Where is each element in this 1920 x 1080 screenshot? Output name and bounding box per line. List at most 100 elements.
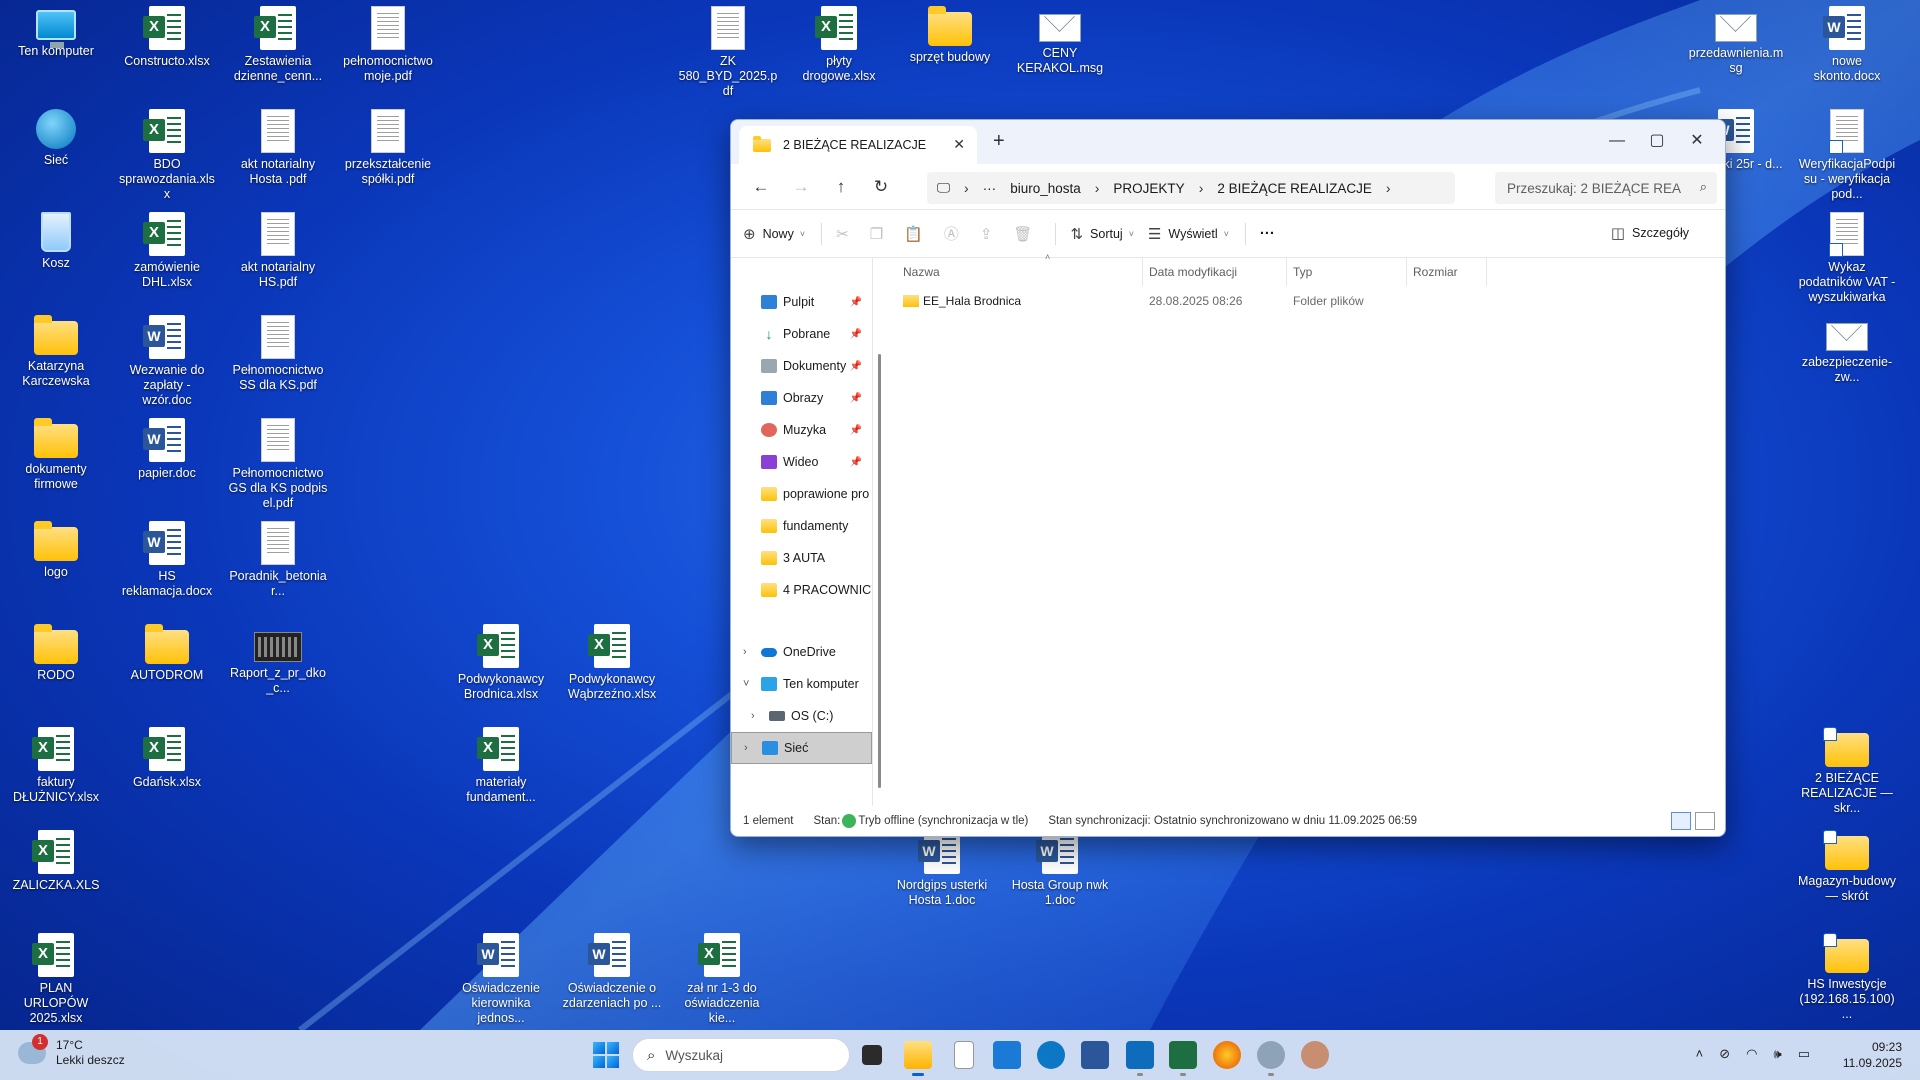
column-header-type[interactable]: Typ [1287,258,1407,286]
pin-icon[interactable]: 📌 [850,425,862,436]
column-header-modified[interactable]: Data modyfikacji [1143,258,1287,286]
chevron-down-icon[interactable]: ˅ [743,678,749,690]
maximize-button[interactable]: ▢ [1637,126,1677,156]
desktop-icon[interactable]: Wezwanie do zapłaty - wzór.doc [115,309,219,408]
column-header-size[interactable]: Rozmiar [1407,258,1487,286]
table-row[interactable]: EE_Hala Brodnica 28.08.2025 08:26 Folder p… [897,286,1725,316]
word-taskbar-icon[interactable] [1081,1041,1109,1069]
cut-button[interactable]: ✂ [836,225,856,243]
desktop-icon[interactable]: akt notarialny Hosta .pdf [226,103,330,187]
desktop-icon[interactable]: Raport_z_pr_dko_c... [226,618,330,696]
new-button[interactable]: ⊕ Nowy ˅ [743,225,805,243]
taskbar-search-box[interactable]: ⌕ Wyszukaj [632,1038,850,1072]
view-button[interactable]: ☰ Wyświetl ˅ [1148,225,1229,243]
tiles-view-button[interactable] [1695,812,1715,830]
desktop-icon[interactable]: RODO [4,618,108,683]
sort-button[interactable]: ⇅ Sortuj ˅ [1070,225,1134,243]
nav-item-pinned[interactable]: Pulpit 📌 [731,286,872,318]
app-profile-icon[interactable] [1301,1041,1329,1069]
nav-item-network[interactable]: › Sieć [731,732,872,764]
paste-button[interactable]: 📋 [904,225,930,243]
desktop-icon[interactable]: dokumenty firmowe [4,412,108,492]
desktop-icon[interactable]: Gdańsk.xlsx [115,721,219,790]
wifi-icon[interactable]: ◠ [1746,1046,1757,1062]
desktop-icon[interactable]: ZK 580_BYD_2025.pdf [676,0,780,99]
nav-item-folder[interactable]: fundamenty [731,510,872,542]
desktop-icon[interactable]: CENY KERAKOL.msg [1008,0,1112,76]
pin-icon[interactable]: 📌 [850,361,862,372]
copy-button[interactable]: ❐ [870,225,890,243]
desktop-icon[interactable]: zał nr 1-3 do oświadczenia kie... [670,927,774,1026]
column-header-name[interactable]: Nazwa [897,258,1143,286]
up-arrow-icon[interactable]: ↑ [821,171,861,203]
nav-item-folder[interactable]: 3 AUTA [731,542,872,574]
close-tab-icon[interactable]: ✕ [953,136,965,153]
desktop-icon[interactable]: przedawnienia.msg [1684,0,1788,76]
desktop-icon[interactable]: Pełnomocnictwo GS dla KS podpis el.pdf [226,412,330,511]
refresh-icon[interactable]: ↻ [861,171,901,203]
share-button[interactable]: ⇪ [980,225,1000,243]
nav-item-this-pc[interactable]: ˅ Ten komputer [731,668,872,700]
pin-icon[interactable]: 📌 [850,297,862,308]
excel-taskbar-icon[interactable] [1169,1041,1197,1076]
volume-icon[interactable]: 🕪 [1774,1046,1782,1062]
nav-item-pinned[interactable]: Muzyka 📌 [731,414,872,446]
desktop-icon[interactable]: Katarzyna Karczewska [4,309,108,389]
desktop-icon[interactable]: zabezpieczenie-zw... [1795,309,1899,385]
desktop-icon[interactable]: Sieć [4,103,108,168]
dell-icon[interactable] [1037,1041,1065,1069]
pin-icon[interactable]: 📌 [850,393,862,404]
desktop-icon[interactable]: przekształcenie spółki.pdf [336,103,440,187]
store-icon[interactable] [993,1041,1021,1069]
clock[interactable]: 09:23 11.09.2025 [1843,1039,1902,1071]
battery-icon[interactable]: ▭ [1798,1046,1810,1062]
desktop-icon[interactable]: Kosz [4,206,108,271]
back-arrow-icon[interactable]: ← [741,171,781,203]
breadcrumb-projekty[interactable]: PROJEKTY [1113,181,1184,196]
desktop-icon[interactable]: płyty drogowe.xlsx [787,0,891,84]
desktop-icon[interactable]: ZALICZKA.XLS [4,824,108,893]
desktop-icon[interactable]: HS Inwestycje (192.168.15.100) ... [1795,927,1899,1022]
chevron-right-icon[interactable]: › [1095,180,1100,196]
forward-arrow-icon[interactable]: → [781,171,821,203]
chevron-up-icon[interactable]: ˄ [1696,1046,1704,1062]
notepad-icon[interactable] [954,1041,974,1069]
nav-item-pinned[interactable]: Dokumenty 📌 [731,350,872,382]
rename-button[interactable]: Ⓐ [944,223,966,244]
nav-item-pinned[interactable]: Obrazy 📌 [731,382,872,414]
chevron-right-icon[interactable]: › [744,742,748,754]
search-input[interactable]: Przeszukaj: 2 BIEŻĄCE REA ⌕ [1495,172,1717,204]
desktop-icon[interactable]: zamówienie DHL.xlsx [115,206,219,290]
nav-item-onedrive[interactable]: › OneDrive [731,636,872,668]
details-pane-button[interactable]: ◫ Szczegóły [1611,224,1689,242]
address-bar[interactable]: 🖵 › ··· biuro_hosta › PROJEKTY › 2 BIEŻĄ… [927,172,1455,204]
pin-icon[interactable]: 📌 [850,329,862,340]
pin-icon[interactable]: 📌 [850,457,862,468]
desktop-icon[interactable]: Magazyn-budowy — skrót [1795,824,1899,904]
weather-widget[interactable]: 1 17°C Lekki deszcz [18,1034,125,1068]
chevron-right-icon[interactable]: › [1386,180,1391,196]
desktop-icon[interactable]: PLAN URLOPÓW 2025.xlsx [4,927,108,1026]
app-gear-icon[interactable] [1257,1041,1285,1076]
firefox-icon[interactable] [1213,1041,1241,1069]
desktop-icon[interactable]: WeryfikacjaPodpisu - weryfikacja pod... [1795,103,1899,202]
nav-item-pinned[interactable]: Wideo 📌 [731,446,872,478]
nav-item-folder[interactable]: 4 PRACOWNICY [731,574,872,606]
new-tab-button[interactable]: + [993,130,1005,153]
desktop-icon[interactable]: Constructo.xlsx [115,0,219,69]
breadcrumb-current[interactable]: 2 BIEŻĄCE REALIZACJE [1217,181,1372,196]
chevron-right-icon[interactable]: › [743,646,747,658]
desktop-icon[interactable]: papier.doc [115,412,219,481]
breadcrumb-more[interactable]: ··· [983,181,997,196]
start-button[interactable] [593,1042,619,1068]
minimize-button[interactable]: — [1597,126,1637,156]
nav-item-drive[interactable]: › OS (C:) [731,700,872,732]
sync-off-icon[interactable]: ⊘ [1719,1046,1730,1062]
desktop-icon[interactable]: Poradnik_betoniar... [226,515,330,599]
breadcrumb-biuro-hosta[interactable]: biuro_hosta [1010,181,1081,196]
desktop-icon[interactable]: Oświadczenie o zdarzeniach po ... [560,927,664,1011]
desktop-icon[interactable]: akt notarialny HS.pdf [226,206,330,290]
details-view-button[interactable] [1671,812,1691,830]
desktop-icon[interactable]: Zestawienia dzienne_cenn... [226,0,330,84]
desktop-icon[interactable]: materiały fundament... [449,721,553,805]
